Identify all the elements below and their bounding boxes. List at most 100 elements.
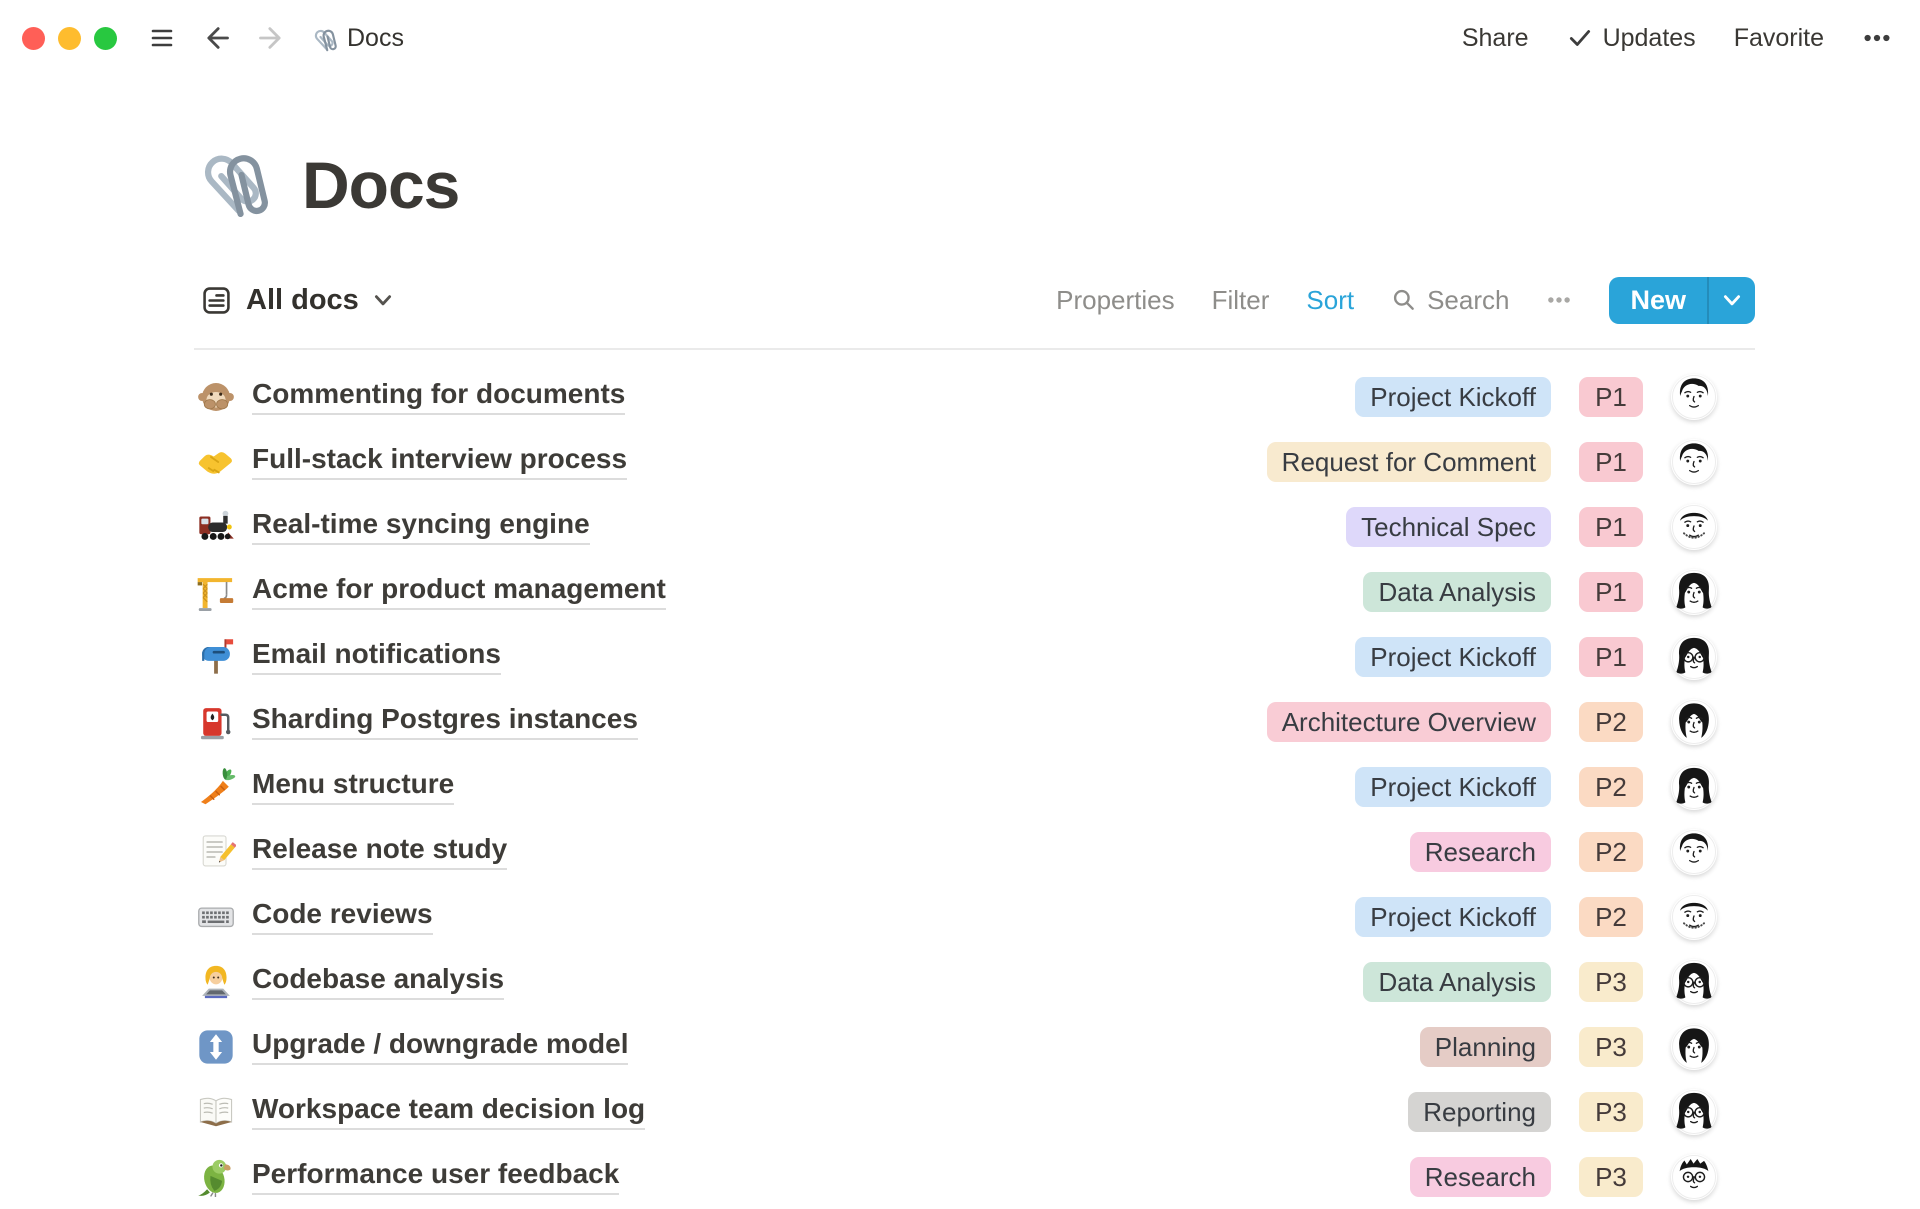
- view-selector[interactable]: All docs: [200, 284, 394, 317]
- doc-type-badge[interactable]: Data Analysis: [1363, 962, 1551, 1002]
- table-row[interactable]: Codebase analysis Data Analysis P3: [194, 949, 1755, 1014]
- new-doc-dropdown[interactable]: [1707, 277, 1755, 324]
- doc-type-badge[interactable]: Technical Spec: [1346, 507, 1551, 547]
- forward-arrow-icon[interactable]: [257, 24, 285, 52]
- doc-emoji-icon: [196, 962, 236, 1002]
- doc-title-link[interactable]: Code reviews: [252, 898, 433, 935]
- avatar[interactable]: [1671, 829, 1717, 875]
- doc-title-link[interactable]: Workspace team decision log: [252, 1093, 645, 1130]
- priority-badge[interactable]: P1: [1579, 442, 1643, 482]
- minimize-window-button[interactable]: [58, 27, 81, 50]
- new-doc-button[interactable]: New: [1609, 277, 1707, 324]
- zoom-window-button[interactable]: [94, 27, 117, 50]
- avatar[interactable]: [1671, 959, 1717, 1005]
- table-row[interactable]: Email notifications Project Kickoff P1: [194, 624, 1755, 689]
- table-row[interactable]: Sharding Postgres instances Architecture…: [194, 689, 1755, 754]
- priority-badge[interactable]: P3: [1579, 1027, 1643, 1067]
- avatar[interactable]: [1671, 439, 1717, 485]
- doc-title-link[interactable]: Performance user feedback: [252, 1158, 619, 1195]
- new-doc-split-button[interactable]: New: [1609, 277, 1755, 324]
- doc-title-link[interactable]: Menu structure: [252, 768, 454, 805]
- doc-title-link[interactable]: Upgrade / downgrade model: [252, 1028, 628, 1065]
- priority-badge[interactable]: P2: [1579, 832, 1643, 872]
- sidebar-menu-icon[interactable]: [147, 26, 177, 50]
- doc-emoji-icon: [196, 1157, 236, 1197]
- doc-emoji-icon: [196, 897, 236, 937]
- doc-title-link[interactable]: Sharding Postgres instances: [252, 703, 638, 740]
- avatar[interactable]: [1671, 374, 1717, 420]
- search-label: Search: [1427, 285, 1509, 316]
- doc-emoji-icon: [196, 1027, 236, 1067]
- avatar[interactable]: [1671, 699, 1717, 745]
- back-arrow-icon[interactable]: [203, 24, 231, 52]
- doc-type-badge[interactable]: Research: [1410, 832, 1551, 872]
- doc-type-badge[interactable]: Request for Comment: [1267, 442, 1551, 482]
- table-row[interactable]: Upgrade / downgrade model Planning P3: [194, 1014, 1755, 1079]
- doc-title-link[interactable]: Full-stack interview process: [252, 443, 627, 480]
- window-titlebar: Docs Share Updates Favorite: [0, 0, 1920, 76]
- avatar[interactable]: [1671, 894, 1717, 940]
- table-row[interactable]: Menu structure Project Kickoff P2: [194, 754, 1755, 819]
- doc-type-badge[interactable]: Project Kickoff: [1355, 897, 1551, 937]
- avatar[interactable]: [1671, 504, 1717, 550]
- avatar[interactable]: [1671, 1024, 1717, 1070]
- favorite-button[interactable]: Favorite: [1734, 24, 1824, 53]
- close-window-button[interactable]: [22, 27, 45, 50]
- priority-badge[interactable]: P3: [1579, 1092, 1643, 1132]
- priority-badge[interactable]: P1: [1579, 637, 1643, 677]
- doc-title-link[interactable]: Commenting for documents: [252, 378, 625, 415]
- table-row[interactable]: Performance user feedback Research P3: [194, 1144, 1755, 1209]
- doc-title-link[interactable]: Real-time syncing engine: [252, 508, 590, 545]
- doc-type-badge[interactable]: Research: [1410, 1157, 1551, 1197]
- avatar[interactable]: [1671, 569, 1717, 615]
- doc-title-link[interactable]: Release note study: [252, 833, 507, 870]
- avatar[interactable]: [1671, 764, 1717, 810]
- doc-list-icon: [200, 284, 233, 317]
- paperclip-icon: [311, 23, 341, 53]
- doc-type-badge[interactable]: Project Kickoff: [1355, 637, 1551, 677]
- priority-badge[interactable]: P1: [1579, 572, 1643, 612]
- table-row[interactable]: Code reviews Project Kickoff P2: [194, 884, 1755, 949]
- priority-badge[interactable]: P3: [1579, 962, 1643, 1002]
- search-button[interactable]: Search: [1391, 285, 1509, 316]
- table-row[interactable]: Commenting for documents Project Kickoff…: [194, 364, 1755, 429]
- table-row[interactable]: Full-stack interview process Request for…: [194, 429, 1755, 494]
- page-emoji-paperclip-icon[interactable]: [194, 136, 280, 222]
- doc-type-badge[interactable]: Planning: [1420, 1027, 1551, 1067]
- doc-emoji-icon: [196, 1092, 236, 1132]
- priority-badge[interactable]: P3: [1579, 1157, 1643, 1197]
- doc-emoji-icon: [196, 377, 236, 417]
- table-row[interactable]: Acme for product management Data Analysi…: [194, 559, 1755, 624]
- avatar[interactable]: [1671, 1154, 1717, 1200]
- avatar[interactable]: [1671, 634, 1717, 680]
- table-row[interactable]: Workspace team decision log Reporting P3: [194, 1079, 1755, 1144]
- updates-label: Updates: [1603, 24, 1696, 53]
- avatar[interactable]: [1671, 1089, 1717, 1135]
- priority-badge[interactable]: P1: [1579, 507, 1643, 547]
- properties-button[interactable]: Properties: [1056, 285, 1175, 316]
- priority-badge[interactable]: P2: [1579, 702, 1643, 742]
- table-row[interactable]: Release note study Research P2: [194, 819, 1755, 884]
- sort-button[interactable]: Sort: [1306, 285, 1354, 316]
- doc-type-badge[interactable]: Reporting: [1408, 1092, 1551, 1132]
- chevron-down-icon: [372, 289, 394, 311]
- doc-title-link[interactable]: Acme for product management: [252, 573, 666, 610]
- more-options-icon[interactable]: [1862, 23, 1892, 53]
- doc-type-badge[interactable]: Project Kickoff: [1355, 767, 1551, 807]
- priority-badge[interactable]: P1: [1579, 377, 1643, 417]
- doc-title-link[interactable]: Email notifications: [252, 638, 501, 675]
- doc-emoji-icon: [196, 832, 236, 872]
- page-title: Docs: [302, 152, 459, 218]
- updates-button[interactable]: Updates: [1567, 24, 1696, 53]
- toolbar-more-icon[interactable]: [1546, 287, 1572, 313]
- filter-button[interactable]: Filter: [1212, 285, 1270, 316]
- priority-badge[interactable]: P2: [1579, 897, 1643, 937]
- doc-type-badge[interactable]: Project Kickoff: [1355, 377, 1551, 417]
- doc-title-link[interactable]: Codebase analysis: [252, 963, 504, 1000]
- doc-type-badge[interactable]: Data Analysis: [1363, 572, 1551, 612]
- doc-type-badge[interactable]: Architecture Overview: [1267, 702, 1551, 742]
- page-header: Docs: [194, 118, 1755, 222]
- share-button[interactable]: Share: [1462, 24, 1529, 53]
- table-row[interactable]: Real-time syncing engine Technical Spec …: [194, 494, 1755, 559]
- priority-badge[interactable]: P2: [1579, 767, 1643, 807]
